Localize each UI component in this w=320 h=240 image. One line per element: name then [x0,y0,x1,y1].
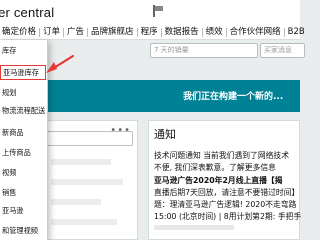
nav-reports[interactable]: 数据报告 [162,24,202,40]
menu-item-amazon[interactable]: 亚马逊 [0,206,47,216]
notice-line: 直播后期7天回放，请注意不要错过时间】 [154,188,300,197]
menu-item-fulfillment[interactable]: 物流流程配送 [0,106,47,116]
nav-orders[interactable]: 订单 [40,24,63,40]
sales-7day-field[interactable]: 7 天的销量 [150,43,258,58]
top-navigation: ler central 确定价格 订单 广告 品牌旗舰店 程序 数据报告 绩效 … [0,0,305,40]
main-nav: 确定价格 订单 广告 品牌旗舰店 程序 数据报告 绩效 合作伙伴网络 B2B [0,24,308,40]
nav-advertising[interactable]: 广告 [64,24,87,40]
flag-icon[interactable] [153,5,163,17]
sales-7day-placeholder: 7 天的销量 [154,46,189,54]
menu-item-video[interactable]: 视频 [0,168,47,178]
notice-line: 技术问题通知 当前我们遇到了网络技术 [154,151,290,160]
menu-item-new-product[interactable]: 新商品 [0,128,47,138]
buyer-messages-placeholder: 买家消息 [264,46,292,54]
placeholder-bar [154,225,234,230]
panel-search-input[interactable] [47,131,133,146]
notice-line: 题：理清亚马逊广告逻辑! 2020不走弯路 [154,200,297,209]
nav-brand-store[interactable]: 品牌旗舰店 [88,24,137,40]
placeholder-bar [51,179,123,185]
menu-item-sales[interactable]: 销售 [0,188,47,198]
notice-line: 15:00 (北京时间) | 8用计划第2期: 手把手 [154,212,302,221]
nav-pricing[interactable]: 确定价格 [0,24,39,40]
menu-item-manage-videos[interactable]: 和管理视频 [0,226,47,236]
buyer-messages-field[interactable]: 买家消息 [260,43,305,58]
nav-b2b[interactable]: B2B [285,24,308,40]
notice-line[interactable]: 亚马逊广告2020年2月线上直播【揭 [154,175,282,186]
banner-text: 我们正在构建一个新的... [183,92,284,102]
menu-item-amazon-inventory[interactable]: 亚马逊库存 [0,65,46,80]
nav-programs[interactable]: 程序 [138,24,161,40]
placeholder-bar [51,199,101,205]
menu-item-upload-products[interactable]: 上传商品 [0,148,47,158]
menu-item-inventory[interactable]: 库存 [0,46,47,56]
nav-performance[interactable]: 绩效 [203,24,226,40]
notice-line-learn-more[interactable]: 不便, 我们深表歉意。了解更多信息 [154,162,276,173]
seller-central-logo[interactable]: ler central [0,5,54,20]
notice-panel: 通知 技术问题通知 当前我们遇到了网络技术 不便, 我们深表歉意。了解更多信息 … [148,120,302,240]
nav-partner-network[interactable]: 合作伙伴网络 [227,24,284,40]
menu-item-planning[interactable]: 规划 [0,88,47,98]
notice-title: 通知 [154,128,176,141]
placeholder-bar [51,159,111,165]
placeholder-bar [51,219,117,225]
inventory-dropdown-menu: 库存 亚马逊库存 规划 物流流程配送 新商品 上传商品 视频 销售 亚马逊 和管… [0,40,48,240]
